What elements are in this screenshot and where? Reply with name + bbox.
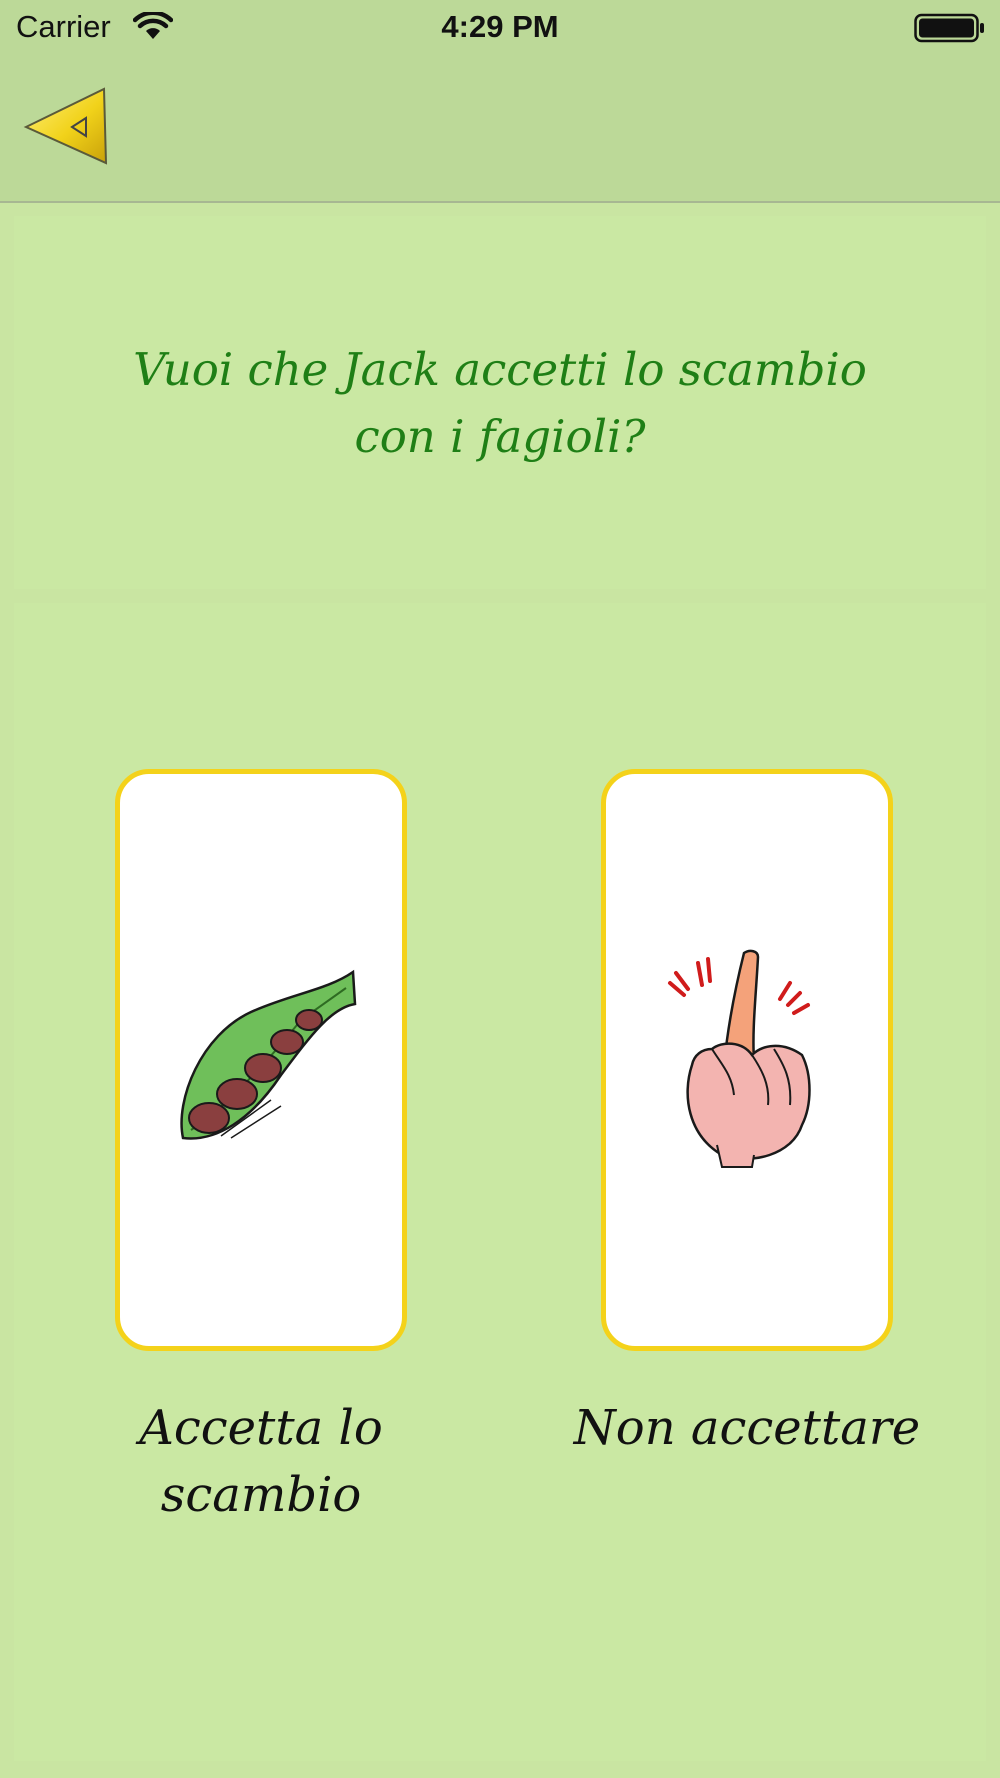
accept-trade-option[interactable]: Accetta lo scambio <box>111 769 411 1529</box>
finger-wag-icon <box>668 949 811 1168</box>
status-time: 4:29 PM <box>441 9 559 44</box>
back-arrow-icon[interactable] <box>22 85 112 169</box>
answers-panel: Accetta lo scambio Non accettare <box>14 603 986 1761</box>
battery-icon <box>914 13 984 43</box>
question-text: Vuoi che Jack accetti lo scambio con i f… <box>133 342 867 463</box>
status-bar: Carrier 4:29 PM <box>0 0 1000 55</box>
bean-pod-icon <box>180 969 357 1140</box>
decline-trade-card[interactable] <box>601 769 893 1351</box>
question-panel: Vuoi che Jack accetti lo scambio con i f… <box>14 216 986 589</box>
accept-trade-card[interactable] <box>115 769 407 1351</box>
navigation-bar <box>0 55 1000 203</box>
decline-trade-label: Non accettare <box>573 1400 921 1456</box>
decline-trade-option[interactable]: Non accettare <box>574 769 920 1462</box>
accept-trade-label: Accetta lo scambio <box>139 1400 383 1523</box>
